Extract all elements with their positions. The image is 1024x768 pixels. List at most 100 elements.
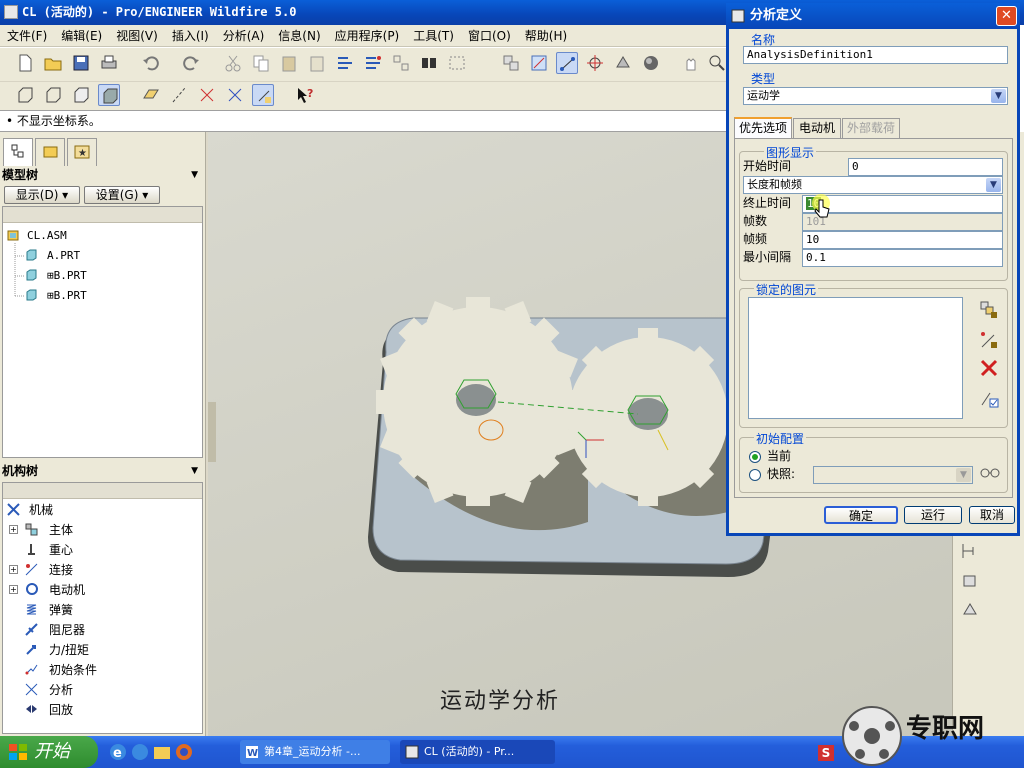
mech-item-springs[interactable]: 弹簧 xyxy=(7,601,197,619)
print-icon[interactable] xyxy=(98,52,120,74)
tab-model-tree[interactable] xyxy=(3,138,33,166)
chevron-down-icon[interactable]: ▼ xyxy=(191,462,198,480)
component-icon[interactable] xyxy=(959,570,981,592)
assembly-constraint-icon[interactable] xyxy=(959,540,981,562)
datum-display-icon[interactable] xyxy=(528,52,550,74)
shaded-icon[interactable] xyxy=(98,84,120,106)
wireframe-icon[interactable] xyxy=(14,84,36,106)
explorer-folder-icon[interactable] xyxy=(152,742,172,762)
ie-icon[interactable]: e xyxy=(108,742,128,762)
tab-preferences[interactable]: 优先选项 xyxy=(734,117,792,138)
radio-current[interactable] xyxy=(749,451,761,463)
mech-item-gravity[interactable]: 重心 xyxy=(7,541,197,559)
enable-disable-icon[interactable] xyxy=(978,387,1000,409)
time-mode-select[interactable]: 长度和帧频 ▼ xyxy=(743,176,1003,194)
model-tree-header[interactable]: 模型树 ▼ xyxy=(2,166,202,184)
menu-view[interactable]: 视图(V) xyxy=(109,25,165,47)
shading-icon[interactable] xyxy=(640,52,662,74)
show-button[interactable]: 显示(D) ▾ xyxy=(4,186,80,204)
menu-help[interactable]: 帮助(H) xyxy=(518,25,574,47)
copy-icon[interactable] xyxy=(250,52,272,74)
menu-tools[interactable]: 工具(T) xyxy=(406,25,461,47)
zoom-in-icon[interactable] xyxy=(706,52,728,74)
annotation-display-icon[interactable] xyxy=(252,84,274,106)
settings-button[interactable]: 设置(G) ▾ xyxy=(84,186,160,204)
expand-icon[interactable]: + xyxy=(9,525,18,534)
mech-item-initial-conditions[interactable]: 初始条件 xyxy=(7,661,197,679)
preview-glasses-icon[interactable] xyxy=(979,466,1001,480)
paste-icon[interactable] xyxy=(278,52,300,74)
menu-applications[interactable]: 应用程序(P) xyxy=(328,25,407,47)
type-select[interactable]: 运动学 ▼ xyxy=(743,87,1008,105)
close-button[interactable]: ✕ xyxy=(996,6,1017,26)
mech-item-mechanism[interactable]: 机械 xyxy=(7,501,197,519)
mechanism-tree-header[interactable]: 机构树 ▼ xyxy=(2,462,202,480)
menu-window[interactable]: 窗口(O) xyxy=(461,25,518,47)
expand-icon[interactable]: + xyxy=(9,565,18,574)
ok-button[interactable]: 确定 xyxy=(824,506,898,524)
lock-connection-icon[interactable] xyxy=(978,329,1000,351)
browser-icon[interactable] xyxy=(130,742,150,762)
save-icon[interactable] xyxy=(70,52,92,74)
tray-app-icon[interactable]: S xyxy=(818,745,834,761)
redo-icon[interactable] xyxy=(180,52,202,74)
min-interval-field[interactable]: 0.1 xyxy=(802,249,1003,267)
mech-item-connections[interactable]: + 连接 xyxy=(7,561,197,579)
chevron-down-icon[interactable]: ▼ xyxy=(191,166,198,184)
datum-plane-icon[interactable] xyxy=(140,84,162,106)
mech-item-bodies[interactable]: + 主体 xyxy=(7,521,197,539)
mech-item-force-torque[interactable]: 力/扭矩 xyxy=(7,641,197,659)
selection-box-icon[interactable] xyxy=(446,52,468,74)
lock-body-icon[interactable] xyxy=(978,299,1000,321)
csys-display-icon[interactable] xyxy=(612,52,634,74)
no-hidden-icon[interactable] xyxy=(70,84,92,106)
mech-item-motors[interactable]: + 电动机 xyxy=(7,581,197,599)
task-proe-window[interactable]: CL (活动的) - Pr... xyxy=(400,740,555,764)
tree-item-b-prt-2[interactable]: ⊞B.PRT xyxy=(7,287,197,305)
regenerate-icon[interactable] xyxy=(334,52,356,74)
pan-hand-icon[interactable] xyxy=(680,52,702,74)
undo-icon[interactable] xyxy=(140,52,162,74)
tree-item-b-prt-1[interactable]: ⊞B.PRT xyxy=(7,267,197,285)
run-button[interactable]: 运行 xyxy=(904,506,962,524)
context-help-icon[interactable]: ? xyxy=(294,84,316,106)
tab-motors[interactable]: 电动机 xyxy=(793,118,841,138)
datum-csys-icon[interactable] xyxy=(224,84,246,106)
menu-analysis[interactable]: 分析(A) xyxy=(216,25,272,47)
cancel-button[interactable]: 取消 xyxy=(969,506,1015,524)
menu-insert[interactable]: 插入(I) xyxy=(165,25,216,47)
menu-file[interactable]: 文件(F) xyxy=(0,25,54,47)
regen-manager-icon[interactable] xyxy=(362,52,384,74)
hidden-line-icon[interactable] xyxy=(42,84,64,106)
open-folder-icon[interactable] xyxy=(42,52,64,74)
find-icon[interactable] xyxy=(418,52,440,74)
tab-favorites[interactable]: ★ xyxy=(67,138,97,166)
delete-icon[interactable] xyxy=(978,357,1000,379)
tree-item-cl-asm[interactable]: CL.ASM xyxy=(7,227,197,245)
new-file-icon[interactable] xyxy=(14,52,36,74)
mech-item-dampers[interactable]: 阻尼器 xyxy=(7,621,197,639)
datum-axis-icon[interactable] xyxy=(168,84,190,106)
datum-point-icon[interactable] xyxy=(196,84,218,106)
paste-special-icon[interactable] xyxy=(306,52,328,74)
menu-edit[interactable]: 编辑(E) xyxy=(54,25,109,47)
name-field[interactable]: AnalysisDefinition1 xyxy=(743,46,1008,64)
window-layout-icon[interactable] xyxy=(500,52,522,74)
panel-collapse-handle[interactable] xyxy=(208,402,216,462)
locked-entities-list[interactable] xyxy=(748,297,963,419)
mech-item-playbacks[interactable]: 回放 xyxy=(7,701,197,719)
tree-item-a-prt[interactable]: A.PRT xyxy=(7,247,197,265)
tab-folder-browser[interactable] xyxy=(35,138,65,166)
search-tool-icon[interactable] xyxy=(390,52,412,74)
start-button[interactable]: 开始 xyxy=(0,736,98,768)
firefox-icon[interactable] xyxy=(174,742,194,762)
task-word-document[interactable]: W 第4章_运动分析 -... xyxy=(240,740,390,764)
menu-info[interactable]: 信息(N) xyxy=(271,25,327,47)
frame-rate-field[interactable]: 10 xyxy=(802,231,1003,249)
radio-snapshot[interactable] xyxy=(749,469,761,481)
start-time-field[interactable]: 0 xyxy=(848,158,1003,176)
repeat-component-icon[interactable] xyxy=(959,598,981,620)
mech-item-analyses[interactable]: 分析 xyxy=(7,681,197,699)
axis-display-icon[interactable] xyxy=(556,52,578,74)
cut-icon[interactable] xyxy=(222,52,244,74)
